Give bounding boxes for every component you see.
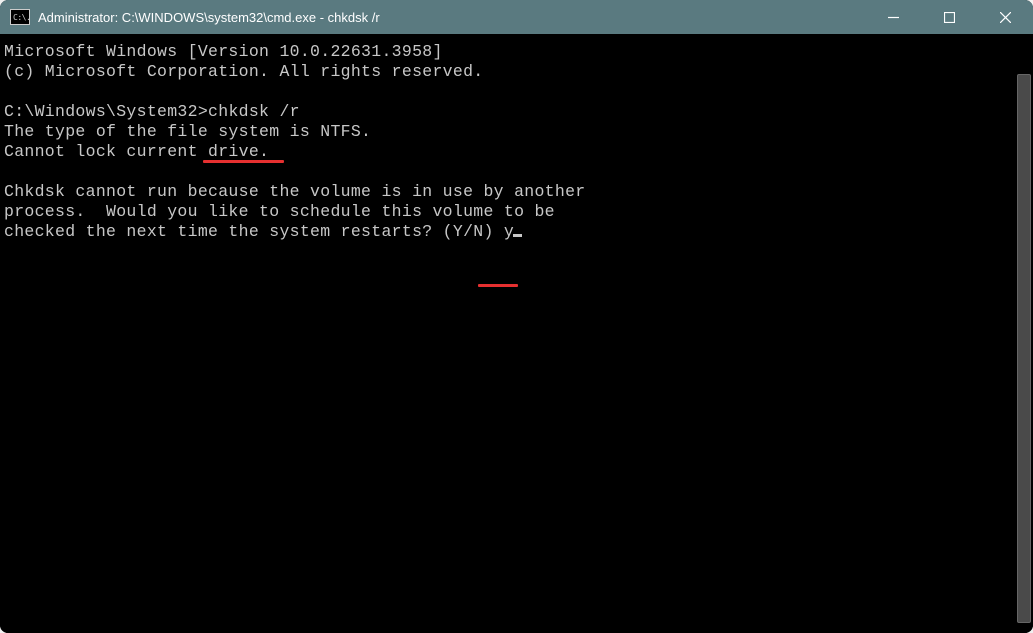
minimize-button[interactable]	[865, 0, 921, 34]
user-response: y	[504, 222, 514, 241]
vertical-scrollbar[interactable]	[1017, 74, 1031, 623]
window-title: Administrator: C:\WINDOWS\system32\cmd.e…	[38, 10, 865, 25]
annotation-underline-command	[203, 160, 284, 163]
copyright-line: (c) Microsoft Corporation. All rights re…	[4, 62, 483, 81]
cmd-icon: C:\.	[10, 9, 30, 25]
msg-line-2: process. Would you like to schedule this…	[4, 202, 555, 221]
window-controls	[865, 0, 1033, 34]
msg-line-1: Chkdsk cannot run because the volume is …	[4, 182, 586, 201]
console-text: Microsoft Windows [Version 10.0.22631.39…	[4, 42, 1029, 242]
lock-error-line: Cannot lock current drive.	[4, 142, 269, 161]
text-cursor	[513, 234, 522, 237]
prompt: C:\Windows\System32>	[4, 102, 208, 121]
close-icon	[1000, 12, 1011, 23]
annotation-underline-response	[478, 284, 518, 287]
console-output[interactable]: Microsoft Windows [Version 10.0.22631.39…	[0, 34, 1033, 633]
cmd-window: C:\. Administrator: C:\WINDOWS\system32\…	[0, 0, 1033, 633]
typed-command: chkdsk /r	[208, 102, 300, 121]
prompt-question: checked the next time the system restart…	[4, 222, 504, 241]
minimize-icon	[888, 12, 899, 23]
fs-type-line: The type of the file system is NTFS.	[4, 122, 371, 141]
titlebar[interactable]: C:\. Administrator: C:\WINDOWS\system32\…	[0, 0, 1033, 34]
version-line: Microsoft Windows [Version 10.0.22631.39…	[4, 42, 443, 61]
maximize-button[interactable]	[921, 0, 977, 34]
maximize-icon	[944, 12, 955, 23]
close-button[interactable]	[977, 0, 1033, 34]
